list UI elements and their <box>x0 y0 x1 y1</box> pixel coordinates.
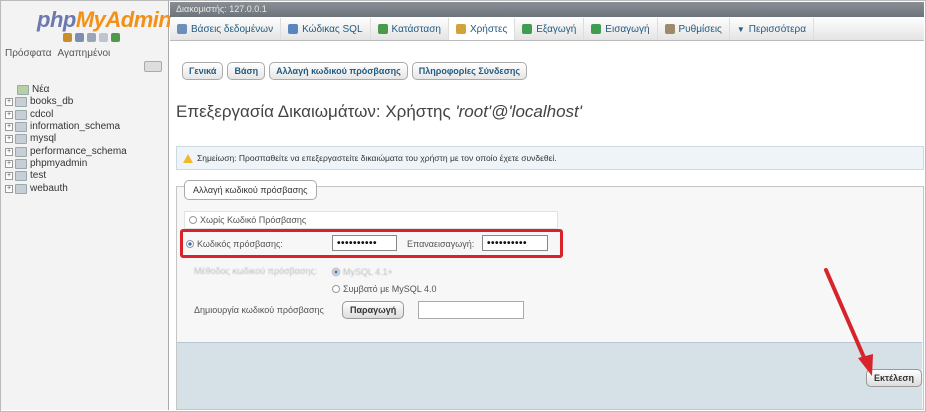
tab-recent[interactable]: Πρόσφατα <box>5 48 52 59</box>
settings-icon[interactable] <box>111 33 120 42</box>
database-icon <box>15 134 27 145</box>
expand-icon[interactable]: + <box>5 184 13 193</box>
warning-icon <box>183 153 193 163</box>
database-icon <box>15 158 27 169</box>
hashing-option-mysql41[interactable]: MySQL 4.1+ <box>332 266 393 278</box>
tree-item-db[interactable]: + information_schema <box>5 121 127 133</box>
tab-export[interactable]: Εξαγωγή <box>515 18 585 40</box>
expand-icon[interactable]: + <box>5 172 13 181</box>
subtab-login-information[interactable]: Πληροφορίες Σύνδεσης <box>411 62 528 80</box>
no-password-row[interactable]: Χωρίς Κωδικό Πρόσβασης <box>184 211 558 229</box>
generate-password-label: Δημιουργία κωδικού πρόσβασης <box>194 305 324 315</box>
tab-settings[interactable]: Ρυθμίσεις <box>658 18 730 40</box>
notice-text: Σημείωση: Προσπαθείτε να επεξεργαστείτε … <box>197 153 557 163</box>
no-password-option[interactable]: Χωρίς Κωδικό Πρόσβασης <box>189 214 306 226</box>
more-arrow-icon: ▼ <box>736 24 745 34</box>
tab-more[interactable]: ▼ Περισσότερα <box>730 18 815 40</box>
phpmyadmin-logo[interactable]: phpMyAdmin <box>37 7 172 33</box>
database-icon <box>15 97 27 108</box>
subtab-database[interactable]: Βάση <box>227 62 266 80</box>
generated-password-field[interactable] <box>418 301 524 319</box>
expand-icon[interactable]: + <box>5 135 13 144</box>
users-icon <box>455 24 466 34</box>
hashing-radio-mysql41[interactable] <box>332 268 340 277</box>
reload-icon[interactable] <box>99 33 108 42</box>
tree-item-db[interactable]: + mysql <box>5 133 127 145</box>
wrench-icon <box>664 24 675 34</box>
database-icon <box>15 109 27 120</box>
main-menu: Βάσεις δεδομένων Κώδικας SQL Κατάσταση Χ… <box>170 18 924 41</box>
tree-item-db[interactable]: + webauth <box>5 182 127 194</box>
database-icon <box>15 122 27 133</box>
expand-icon[interactable]: + <box>5 123 13 132</box>
tab-databases[interactable]: Βάσεις δεδομένων <box>170 18 282 40</box>
subtab-general[interactable]: Γενικά <box>182 62 224 80</box>
tab-import[interactable]: Εισαγωγή <box>584 18 658 40</box>
database-icon <box>177 24 187 34</box>
database-icon <box>15 146 27 157</box>
expand-icon[interactable]: + <box>5 159 13 168</box>
tree-item-db[interactable]: + test <box>5 170 127 182</box>
hashing-label: Μέθοδος κωδικού πρόσβασης: <box>194 266 318 276</box>
tree-item-db[interactable]: + books_db <box>5 96 127 108</box>
fieldset-legend: Αλλαγή κωδικού πρόσβασης <box>184 180 317 200</box>
server-breadcrumb[interactable]: Διακομιστής: 127.0.0.1 <box>176 4 267 14</box>
new-database-icon <box>17 85 29 96</box>
logo-icon-row <box>63 33 120 42</box>
tab-sql[interactable]: Κώδικας SQL <box>281 18 371 40</box>
submit-button[interactable]: Εκτέλεση <box>866 369 923 387</box>
expand-icon[interactable]: + <box>5 147 13 156</box>
page-title-user: 'root'@'localhost' <box>455 102 583 121</box>
tree-item-db[interactable]: + cdcol <box>5 109 127 121</box>
form-footer <box>177 342 922 409</box>
server-breadcrumb-bar: Διακομιστής: 127.0.0.1 <box>170 2 924 17</box>
tree-item-db[interactable]: + phpmyadmin <box>5 158 127 170</box>
tab-status[interactable]: Κατάσταση <box>371 18 449 40</box>
sql-icon <box>288 24 299 34</box>
notice-banner: Σημείωση: Προσπαθείτε να επεξεργαστείτε … <box>176 146 924 170</box>
status-chart-icon <box>377 24 388 34</box>
hashing-radio-mysql40[interactable] <box>332 285 340 294</box>
subtab-change-password[interactable]: Αλλαγή κωδικού πρόσβασης <box>269 62 408 80</box>
home-icon[interactable] <box>63 33 72 42</box>
collapse-all-icon[interactable] <box>144 61 162 72</box>
export-icon <box>522 24 533 34</box>
tab-favorites[interactable]: Αγαπημένοι <box>58 48 111 59</box>
navigation-panel: phpMyAdmin Πρόσφατα Αγαπημένοι Νέα + book… <box>1 1 172 410</box>
nav-recent-favorites: Πρόσφατα Αγαπημένοι <box>5 48 110 59</box>
tab-users[interactable]: Χρήστες <box>448 18 516 40</box>
no-password-radio[interactable] <box>189 216 197 225</box>
tree-item-db[interactable]: + performance_schema <box>5 145 127 157</box>
generate-password-button[interactable]: Παραγωγή <box>342 301 405 319</box>
tree-item-new[interactable]: Νέα <box>5 84 127 96</box>
logout-icon[interactable] <box>75 33 84 42</box>
sub-tabs: Γενικά Βάση Αλλαγή κωδικού πρόσβασης Πλη… <box>182 62 528 80</box>
password-highlight-box <box>180 229 563 258</box>
docs-icon[interactable] <box>87 33 96 42</box>
page-title: Επεξεργασία Δικαιωμάτων: Χρήστης 'root'@… <box>176 102 583 121</box>
database-icon <box>15 183 27 194</box>
expand-icon[interactable]: + <box>5 110 13 119</box>
database-icon <box>15 171 27 182</box>
expand-icon[interactable]: + <box>5 98 13 107</box>
hashing-option-mysql40[interactable]: Συμβατό με MySQL 4.0 <box>332 283 437 295</box>
import-icon <box>591 24 602 34</box>
database-tree: Νέα + books_db + cdcol + information_schema… <box>5 84 127 195</box>
